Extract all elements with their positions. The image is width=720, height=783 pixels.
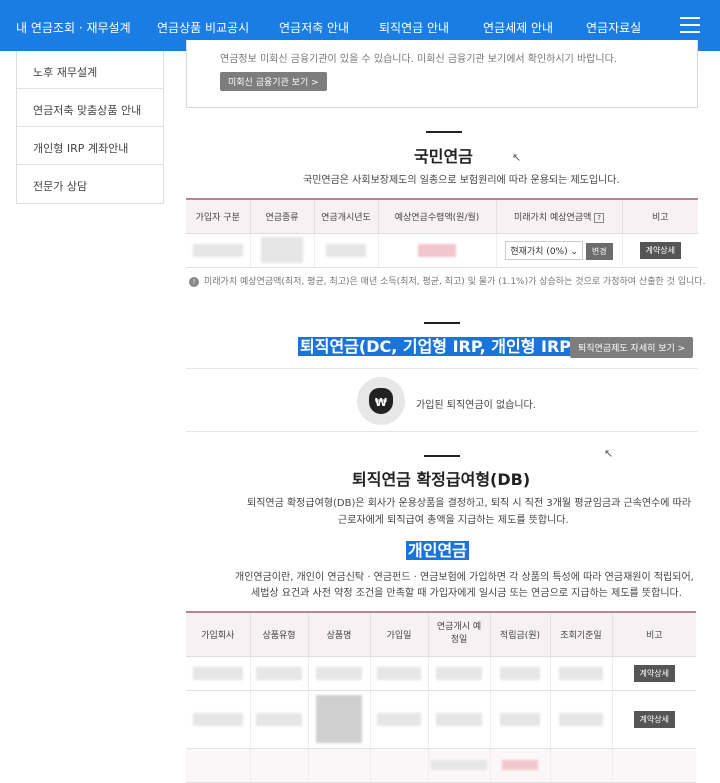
retirement-pension-title: 퇴직연금(DC, 기업형 IRP, 개인형 IRP) (298, 333, 581, 357)
sidebar-item-irp-account[interactable]: 개인형 IRP 계좌안내 (17, 127, 163, 165)
col-header-member-type: 가입자 구분 (186, 198, 250, 234)
redacted-cell (500, 666, 540, 680)
col-header-remarks: 비고 (621, 198, 698, 234)
redacted-total (431, 759, 487, 770)
future-value-select[interactable]: 현재가치 (0%) ⌄ (505, 240, 584, 260)
table-row: 계약상세 (186, 690, 696, 749)
mouse-cursor-icon: ↖ (512, 151, 522, 164)
help-icon[interactable]: ? (594, 212, 604, 223)
sidebar-item-expert-consult[interactable]: 전문가 상담 (17, 165, 163, 203)
retirement-pension-title-text: 퇴직연금(DC, 기업형 IRP, 개인형 IRP) (298, 337, 581, 356)
coin-icon-circle: ₩ (357, 377, 405, 425)
nav-item-my-pension[interactable]: 내 연금조회 · 재무설계 (16, 19, 131, 36)
contract-detail-button[interactable]: 계약상세 (633, 710, 675, 728)
redacted-cell (316, 666, 362, 680)
db-desc-line1: 퇴직연금 확정급여형(DB)은 회사가 운용상품을 결정하고, 퇴직 시 직전 … (247, 498, 692, 509)
info-icon: ! (189, 276, 199, 287)
redacted-cell (500, 712, 540, 726)
redacted-cell (436, 712, 482, 726)
redacted-cell (256, 712, 302, 726)
redacted-cell (316, 695, 362, 743)
contract-detail-button[interactable]: 계약상세 (633, 664, 675, 682)
table-row: 계약상세 (186, 656, 696, 691)
col-header-pension-type: 연금종류 (249, 198, 314, 234)
sidebar-item-savings-products[interactable]: 연금저축 맞춤상품 안내 (17, 89, 163, 127)
select-value: 현재가치 (0%) (510, 246, 568, 257)
redacted-cell (377, 666, 421, 680)
col-header-expected-amount: 예상연금수령액(원/월) (377, 198, 496, 234)
section-divider-mark (424, 455, 460, 457)
col-header-join-date: 가입일 (369, 611, 428, 657)
personal-pension-title: 개인연금 (406, 537, 469, 561)
nav-item-pension-library[interactable]: 연금자료실 (586, 19, 641, 36)
change-button[interactable]: 변경 (585, 242, 613, 260)
national-pension-desc: 국민연금은 사회보장제도의 일종으로 보험원리에 따라 운용되는 제도입니다. (303, 175, 620, 186)
redacted-amount (418, 243, 456, 257)
footnote-text: 미래가치 예상연금액(최저, 평균, 최고)은 매년 소득(최저, 평균, 최고… (204, 277, 706, 287)
personal-desc-line1: 개인연금이란, 개인이 연금신탁 · 연금펀드 · 연금보험에 가입하면 각 상… (235, 572, 694, 583)
notice-box: 연금정보 미회신 금융기관이 있을 수 있습니다. 미회신 금융기관 보기에서 … (186, 40, 698, 108)
nav-item-pension-savings[interactable]: 연금저축 안내 (279, 19, 349, 36)
sidebar: 노후 재무설계 연금저축 맞춤상품 안내 개인형 IRP 계좌안내 전문가 상담 (16, 51, 164, 204)
col-header-start-date: 연금개시 예정일 (427, 611, 490, 657)
non-reply-institutions-button[interactable]: 미회신 금융기관 보기 > (220, 72, 327, 91)
national-pension-footnote: ! 미래가치 예상연금액(최저, 평균, 최고)은 매년 소득(최저, 평균, 최… (189, 274, 705, 287)
money-bag-icon: ₩ (369, 388, 393, 414)
col-header-company: 가입회사 (186, 611, 250, 657)
section-divider-mark (424, 322, 460, 324)
divider (186, 431, 698, 432)
db-desc-line2: 근로자에게 퇴직급여 총액을 지급하는 제도를 뜻합니다. (338, 515, 569, 526)
redacted-cell (192, 666, 243, 680)
redacted-cell (192, 712, 243, 726)
hamburger-menu-icon[interactable] (680, 17, 700, 33)
nav-item-product-compare[interactable]: 연금상품 비교공시 (157, 19, 249, 36)
retirement-detail-button[interactable]: 퇴직연금제도 자세히 보기 > (570, 337, 694, 358)
future-value-label: 미래가치 예상연금액 (514, 212, 592, 223)
redacted-cell (256, 666, 302, 680)
national-pension-title: 국민연금 (414, 147, 473, 166)
col-header-remarks: 비고 (611, 611, 696, 657)
nav-item-pension-tax[interactable]: 연금세제 안내 (483, 19, 553, 36)
redacted-cell (436, 666, 482, 680)
col-header-ref-date: 조회기준일 (549, 611, 612, 657)
redacted-cell (261, 237, 303, 263)
sidebar-item-retirement-planning[interactable]: 노후 재무설계 (17, 51, 163, 89)
national-pension-table: 가입자 구분 연금종류 연금개시년도 예상연금수령액(원/월) 미래가치 예상연… (186, 198, 698, 268)
col-header-product-name: 상품명 (307, 611, 370, 657)
redacted-cell (559, 712, 603, 726)
col-header-balance: 적립금(원) (489, 611, 550, 657)
nav-item-retirement-pension[interactable]: 퇴직연금 안내 (379, 19, 449, 36)
table-header-row: 가입회사 상품유형 상품명 가입일 연금개시 예정일 적립금(원) 조회기준일 … (186, 611, 696, 657)
col-header-future-value: 미래가치 예상연금액 ? (495, 198, 622, 234)
no-retirement-pension-text: 가입된 퇴직연금이 없습니다. (416, 400, 536, 411)
personal-pension-table: 가입회사 상품유형 상품명 가입일 연금개시 예정일 적립금(원) 조회기준일 … (186, 611, 696, 783)
db-title: 퇴직연금 확정급여형(DB) (352, 470, 531, 489)
redacted-cell (192, 243, 243, 257)
personal-desc-line2: 세법상 요건과 사전 약정 조건을 만족할 때 가입자에게 일시금 또는 연금으… (251, 588, 682, 599)
redacted-cell (559, 666, 603, 680)
contract-detail-button[interactable]: 계약상세 (639, 241, 681, 259)
notice-text: 연금정보 미회신 금융기관이 있을 수 있습니다. 미회신 금융기관 보기에서 … (220, 54, 617, 65)
section-divider-mark (426, 131, 462, 133)
mouse-cursor-icon: ↖ (604, 447, 614, 460)
personal-pension-title-text: 개인연금 (406, 541, 469, 560)
table-header-row: 가입자 구분 연금종류 연금개시년도 예상연금수령액(원/월) 미래가치 예상연… (186, 198, 698, 234)
redacted-total (502, 759, 538, 770)
redacted-cell (377, 712, 421, 726)
table-row: 현재가치 (0%) ⌄ 변경 계약상세 (186, 233, 698, 268)
col-header-product-type: 상품유형 (249, 611, 308, 657)
redacted-cell (326, 243, 366, 257)
col-header-start-year: 연금개시년도 (313, 198, 378, 234)
divider (186, 368, 698, 369)
chevron-down-icon: ⌄ (570, 246, 579, 257)
